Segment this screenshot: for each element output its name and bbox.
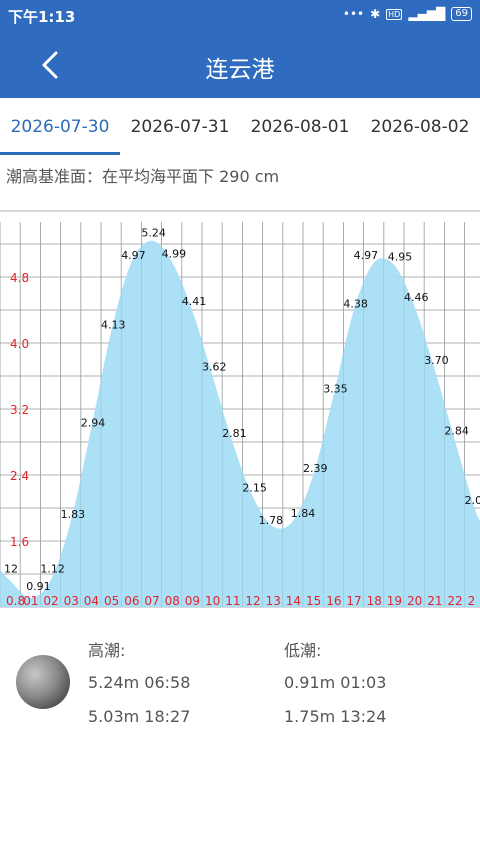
high-tide-label: 高潮:	[88, 641, 126, 660]
x-tick-label: 05	[104, 594, 119, 608]
point-label: 1.78	[259, 514, 284, 527]
tab-date-3[interactable]: 2026-08-01	[240, 98, 360, 156]
point-label: 2.81	[222, 427, 247, 440]
point-label: 1.83	[61, 508, 86, 521]
low-tide-1: 0.91m 01:03	[284, 673, 387, 692]
point-label: 4.99	[162, 247, 187, 260]
low-tide-2: 1.75m 13:24	[284, 707, 387, 726]
tide-chart: 1.62.43.24.04.80.801 02 03 04 05 06 07 08 09 10 11…	[0, 210, 480, 608]
bluetooth-icon: ✱	[370, 7, 381, 21]
x-tick-label: 03	[64, 594, 79, 608]
x-tick-label: 20	[407, 594, 422, 608]
point-label: 3.35	[323, 383, 348, 396]
x-tick-label: 07	[144, 594, 159, 608]
x-tick-label: 02	[43, 594, 58, 608]
x-tick-label: 14	[286, 594, 301, 608]
moon-phase-icon	[16, 655, 70, 709]
point-label: 3.62	[202, 360, 227, 373]
y-tick-label: 2.4	[10, 469, 29, 483]
point-label: 4.97	[121, 249, 146, 262]
high-tide-2: 5.03m 18:27	[88, 707, 191, 726]
x-tick-label: 08	[165, 594, 180, 608]
point-label: 5.24	[141, 227, 166, 240]
point-label: 2.84	[444, 425, 469, 438]
x-tick-label: 11	[225, 594, 240, 608]
battery-icon: 69	[451, 7, 472, 21]
status-time: 下午1:13	[8, 8, 76, 26]
point-label: 4.41	[182, 295, 207, 308]
point-label: 12	[4, 563, 18, 576]
tab-indicator	[0, 152, 120, 155]
x-tick-label: 21	[427, 594, 442, 608]
y-tick-label: 3.2	[10, 403, 29, 417]
y-tick-label: 4.8	[10, 271, 29, 285]
point-label: 4.13	[101, 318, 126, 331]
point-label: 4.97	[354, 249, 379, 262]
signal-icon: ▂▄▆█	[408, 7, 446, 21]
x-tick-label: 16	[326, 594, 341, 608]
x-tick-label: 09	[185, 594, 200, 608]
x-tick-label: 19	[387, 594, 402, 608]
x-tick-label: 04	[84, 594, 99, 608]
hd-icon: HD	[386, 8, 403, 20]
datum-text: 潮高基准面：在平均海平面下 290 cm	[6, 167, 280, 186]
x-tick-label: 15	[306, 594, 321, 608]
more-icon: •••	[342, 7, 365, 21]
tab-date-1[interactable]: 2026-07-30	[0, 98, 120, 156]
tide-info: 高潮: 5.24m 06:58 5.03m 18:27 低潮: 0.91m 01…	[0, 625, 480, 745]
x-tick-label: 18	[367, 594, 382, 608]
x-tick-label: 10	[205, 594, 220, 608]
status-bar: 下午1:13 ••• ✱ HD ▂▄▆█ 69	[0, 0, 480, 32]
x-tick-label: 2	[468, 594, 476, 608]
low-tide-label: 低潮:	[284, 641, 322, 660]
date-tabs: 2026-07-30 2026-07-31 2026-08-01 2026-08…	[0, 98, 480, 156]
point-label: 2.15	[242, 482, 267, 495]
x-tick-label: 06	[124, 594, 139, 608]
x-tick-label: 22	[447, 594, 462, 608]
x-tick-label: 01	[23, 594, 38, 608]
point-label: 0.91	[26, 580, 51, 593]
point-label: 2.94	[81, 416, 106, 429]
point-label: 4.46	[404, 291, 429, 304]
high-tide-1: 5.24m 06:58	[88, 673, 191, 692]
point-label: 2.0	[465, 494, 480, 507]
tab-date-4[interactable]: 2026-08-02	[360, 98, 480, 156]
point-label: 2.39	[303, 462, 328, 475]
y-tick-label: 4.0	[10, 337, 29, 351]
page-title: 连云港	[205, 57, 275, 83]
point-label: 4.38	[343, 298, 368, 311]
app-bar: 连云港	[0, 32, 480, 98]
x-tick-label: 12	[245, 594, 260, 608]
tab-date-2[interactable]: 2026-07-31	[120, 98, 240, 156]
point-label: 1.84	[291, 507, 316, 520]
status-icons: ••• ✱ HD ▂▄▆█ 69	[343, 7, 472, 21]
x-tick-label: 13	[266, 594, 281, 608]
y-tick-label: 1.6	[10, 535, 29, 549]
point-label: 3.70	[424, 354, 449, 367]
point-label: 1.12	[40, 563, 65, 576]
x-tick-label: 17	[346, 594, 361, 608]
point-label: 4.95	[388, 251, 413, 264]
